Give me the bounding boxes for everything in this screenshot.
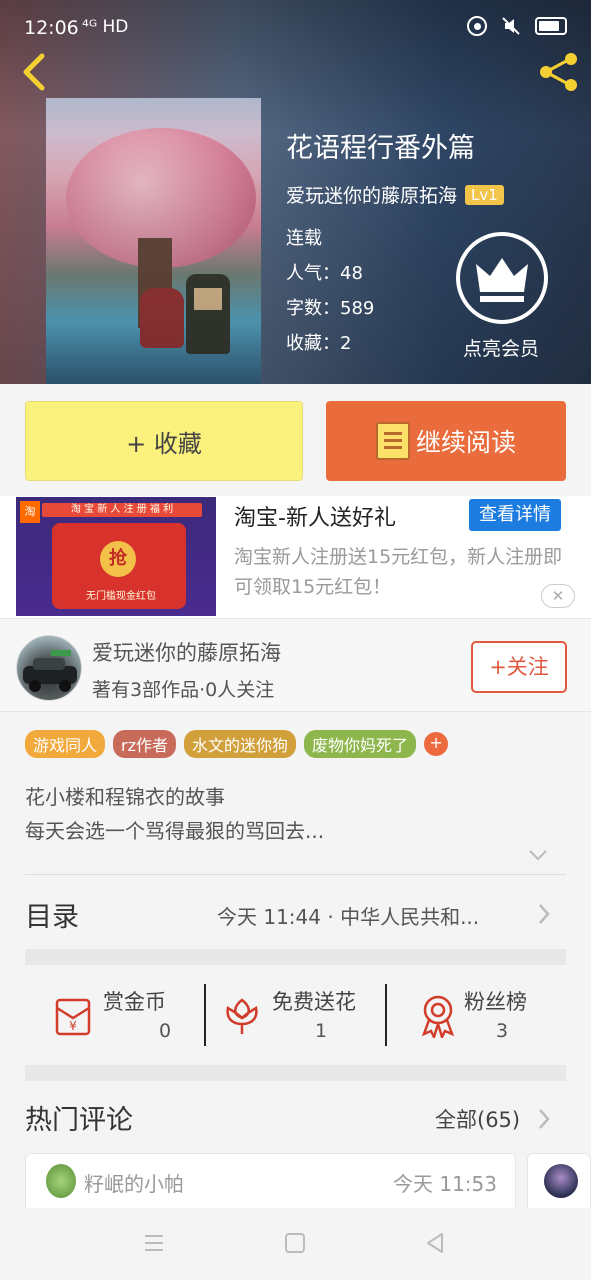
commenter-name[interactable]: 籽岷的小帕	[84, 1168, 184, 1197]
vip-label[interactable]: 点亮会员	[463, 334, 539, 361]
back-icon[interactable]	[16, 52, 52, 92]
stat-value: 1	[315, 1020, 328, 1042]
ad-image[interactable]: 淘 淘 宝 新 人 注 册 福 利 抢 无门槛现金红包	[16, 497, 216, 616]
toc-label: 目录	[25, 902, 79, 933]
tag-item[interactable]: 水文的迷你狗	[184, 730, 297, 758]
popularity: 人气：48	[286, 263, 363, 284]
tag-item[interactable]: 游戏同人	[25, 730, 106, 758]
stat-label: 赏金币	[103, 990, 166, 1014]
author-name[interactable]: 爱玩迷你的藤原拓海	[286, 181, 457, 208]
book-header: 12:06 ⁴ᴳ HD 花语程行番外篇 爱玩迷你的藤原拓海 Lv1 连载 人气：…	[0, 0, 591, 384]
continue-reading-label: 继续阅读	[415, 428, 516, 457]
book-intro[interactable]: 花小楼和程锦衣的故事 每天会选一个骂得最狠的骂回去...	[25, 780, 324, 848]
chevron-down-icon[interactable]	[528, 848, 548, 862]
svg-text:¥: ¥	[69, 1019, 77, 1033]
ad-title[interactable]: 淘宝-新人送好礼	[234, 500, 396, 532]
intro-line: 每天会选一个骂得最狠的骂回去...	[25, 819, 325, 843]
taobao-logo-icon: 淘	[20, 501, 40, 523]
home-icon[interactable]	[284, 1232, 306, 1254]
network-indicator: ⁴ᴳ HD	[82, 17, 129, 37]
menu-icon[interactable]	[143, 1232, 165, 1254]
author-card-name[interactable]: 爱玩迷你的藤原拓海	[92, 637, 281, 667]
toc-latest-chapter: 今天 11:44 · 中华人民共和...	[217, 905, 480, 929]
system-nav-bar	[0, 1208, 591, 1280]
stat-separator	[385, 984, 387, 1046]
chevron-right-icon	[539, 904, 550, 924]
send-flower-button[interactable]: 免费送花 1	[220, 980, 400, 1050]
author-card[interactable]: 爱玩迷你的藤原拓海 著有3部作品·0人关注 +关注	[0, 618, 591, 712]
status-time: 12:06	[24, 17, 79, 39]
stats-bar: ¥ 赏金币 0 免费送花 1 粉丝榜 3	[25, 966, 566, 1066]
section-divider	[25, 1065, 566, 1081]
status-bar: 12:06 ⁴ᴳ HD	[0, 0, 591, 46]
collect-button[interactable]: + 收藏	[25, 401, 303, 481]
book-icon	[375, 422, 410, 460]
author-avatar[interactable]	[16, 635, 82, 701]
record-icon	[467, 16, 487, 36]
flower-icon	[226, 998, 258, 1034]
crown-icon	[476, 258, 528, 302]
intro-line: 花小楼和程锦衣的故事	[25, 785, 225, 809]
hot-comments-header: 热门评论 全部(65)	[25, 1098, 566, 1138]
word-count: 字数：589	[286, 298, 375, 319]
hot-comments-title: 热门评论	[25, 1105, 133, 1136]
favorites-count: 收藏：2	[286, 333, 352, 354]
chevron-right-icon[interactable]	[537, 1108, 551, 1130]
all-comments-link[interactable]: 全部(65)	[435, 1104, 520, 1134]
fan-ranking-button[interactable]: 粉丝榜 3	[416, 980, 591, 1050]
car-icon	[23, 650, 77, 692]
section-divider	[25, 949, 566, 965]
medal-icon	[421, 995, 455, 1038]
mute-icon	[502, 17, 520, 35]
book-title: 花语程行番外篇	[286, 133, 475, 164]
stat-label: 免费送花	[272, 990, 356, 1014]
commenter-avatar[interactable]	[46, 1164, 76, 1198]
divider	[25, 874, 566, 875]
battery-icon	[535, 17, 567, 35]
comment-card[interactable]: 籽岷的小帕 今天 11:53	[25, 1153, 516, 1213]
ad-image-banner: 淘 宝 新 人 注 册 福 利	[42, 503, 202, 517]
ad-banner[interactable]: 淘 淘 宝 新 人 注 册 福 利 抢 无门槛现金红包 淘宝-新人送好礼 查看详…	[0, 496, 591, 618]
back-nav-icon[interactable]	[424, 1232, 446, 1254]
ad-detail-button[interactable]: 查看详情	[469, 499, 561, 531]
ad-image-coin: 抢	[100, 541, 136, 577]
serial-status: 连载	[286, 228, 322, 249]
ad-description: 淘宝新人注册送15元红包，新人注册即可领取15元红包！	[234, 546, 563, 598]
follow-button[interactable]: +关注	[471, 641, 567, 693]
ad-close-icon[interactable]: ✕	[541, 584, 575, 608]
commenter-avatar[interactable]	[544, 1164, 578, 1198]
author-line: 爱玩迷你的藤原拓海 Lv1	[286, 181, 504, 208]
stat-separator	[204, 984, 206, 1046]
ad-image-text: 无门槛现金红包	[86, 591, 156, 602]
comment-time: 今天 11:53	[393, 1172, 497, 1196]
status-icons	[467, 16, 567, 36]
share-icon[interactable]	[536, 50, 582, 94]
comment-card[interactable]	[527, 1153, 591, 1213]
stat-value: 0	[159, 1020, 172, 1042]
vip-button[interactable]	[456, 232, 548, 324]
tag-list: 游戏同人 rz作者 水文的迷你狗 废物你妈死了 +	[25, 730, 449, 758]
level-badge: Lv1	[465, 184, 504, 205]
continue-reading-button[interactable]: 继续阅读	[326, 401, 566, 481]
tag-item[interactable]: 废物你妈死了	[304, 730, 417, 758]
stat-value: 3	[496, 1020, 509, 1042]
more-tags-button[interactable]: +	[424, 732, 449, 756]
tag-item[interactable]: rz作者	[113, 730, 176, 758]
red-envelope-icon: ¥	[55, 998, 91, 1036]
table-of-contents-row[interactable]: 目录 今天 11:44 · 中华人民共和...	[25, 893, 566, 937]
author-card-stats: 著有3部作品·0人关注	[92, 679, 275, 701]
stat-label: 粉丝榜	[464, 990, 527, 1014]
